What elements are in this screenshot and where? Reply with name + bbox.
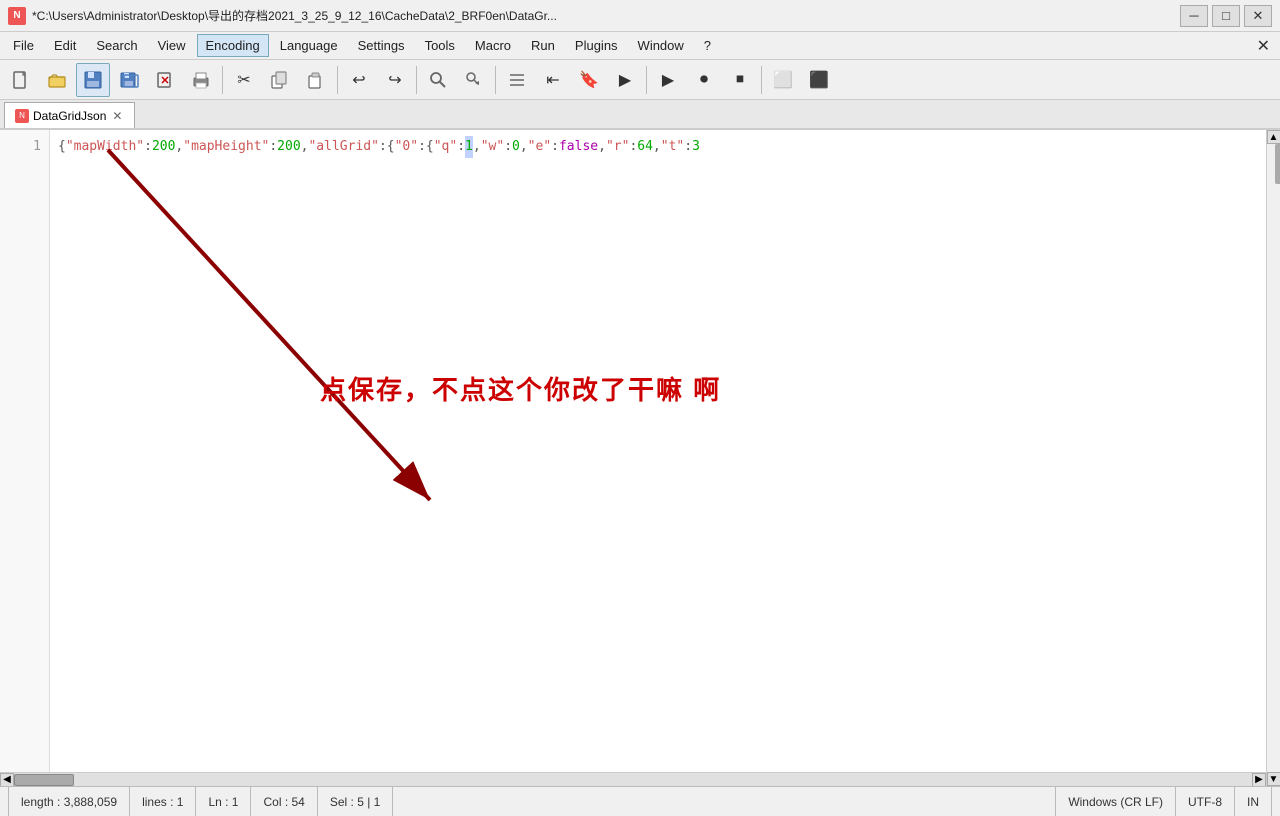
tab-close-button[interactable]: ✕: [110, 109, 124, 123]
code-line-1: {"mapWidth":200,"mapHeight":200,"allGrid…: [58, 136, 1258, 158]
extra-btn2[interactable]: ⬛: [802, 63, 836, 97]
title-text: *C:\Users\Administrator\Desktop\导出的存档202…: [32, 7, 557, 24]
menu-macro[interactable]: Macro: [466, 34, 520, 57]
indent-button[interactable]: [500, 63, 534, 97]
copy-button[interactable]: [263, 63, 297, 97]
menu-edit[interactable]: Edit: [45, 34, 85, 57]
save-button[interactable]: [76, 63, 110, 97]
menu-search[interactable]: Search: [87, 34, 146, 57]
menu-encoding[interactable]: Encoding: [197, 34, 269, 57]
menu-window[interactable]: Window: [629, 34, 693, 57]
scroll-down-button[interactable]: ▼: [1267, 772, 1280, 786]
sep1: [222, 66, 223, 94]
scroll-right-button[interactable]: ▶: [1252, 773, 1266, 787]
menu-bar: File Edit Search View Encoding Language …: [0, 32, 1280, 60]
minimize-button[interactable]: ─: [1180, 5, 1208, 27]
editor-area: 1 {"mapWidth":200,"mapHeight":200,"allGr…: [0, 130, 1280, 786]
status-eol: Windows (CR LF): [1055, 787, 1176, 816]
scroll-track-horizontal: [14, 773, 1252, 787]
find-button[interactable]: [421, 63, 455, 97]
menu-run[interactable]: Run: [522, 34, 564, 57]
code-key2: "mapHeight": [183, 136, 269, 158]
status-ln: Ln : 1: [196, 787, 251, 816]
scroll-thumb[interactable]: [1275, 144, 1280, 184]
code-area[interactable]: {"mapWidth":200,"mapHeight":200,"allGrid…: [50, 130, 1266, 786]
status-encoding: UTF-8: [1176, 787, 1235, 816]
title-bar-left: N *C:\Users\Administrator\Desktop\导出的存档2…: [8, 7, 557, 25]
record-button[interactable]: ⏺: [687, 63, 721, 97]
code-key5: "q": [434, 136, 457, 158]
tab-file-icon: N: [15, 109, 29, 123]
code-key6: "w": [481, 136, 504, 158]
code-key8: "r": [606, 136, 629, 158]
cut-button[interactable]: ✂: [227, 63, 261, 97]
menu-tools[interactable]: Tools: [416, 34, 464, 57]
close-file-button[interactable]: [148, 63, 182, 97]
code-val6: 0: [512, 136, 520, 158]
status-length: length : 3,888,059: [8, 787, 130, 816]
status-bar: length : 3,888,059 lines : 1 Ln : 1 Col …: [0, 786, 1280, 816]
app-icon: N: [8, 7, 26, 25]
menu-settings[interactable]: Settings: [349, 34, 414, 57]
code-val8: 64: [637, 136, 653, 158]
horizontal-scrollbar[interactable]: ◀ ▶: [0, 772, 1266, 786]
bookmark-button[interactable]: 🔖: [572, 63, 606, 97]
outdent-button[interactable]: ⇤: [536, 63, 570, 97]
extra-btn1[interactable]: ⬜: [766, 63, 800, 97]
code-key9: "t": [661, 136, 684, 158]
title-bar: N *C:\Users\Administrator\Desktop\导出的存档2…: [0, 0, 1280, 32]
menu-language[interactable]: Language: [271, 34, 347, 57]
paste-button[interactable]: [299, 63, 333, 97]
title-controls: ─ □ ✕: [1180, 5, 1272, 27]
tab-bar: N DataGridJson ✕: [0, 100, 1280, 130]
menu-help[interactable]: ?: [695, 34, 720, 57]
code-key7: "e": [528, 136, 551, 158]
sep2: [337, 66, 338, 94]
new-file-button[interactable]: [4, 63, 38, 97]
close-button[interactable]: ✕: [1244, 5, 1272, 27]
save-all-button[interactable]: [112, 63, 146, 97]
tab-datagridjson[interactable]: N DataGridJson ✕: [4, 102, 135, 128]
status-sel: Sel : 5 | 1: [318, 787, 393, 816]
menu-file[interactable]: File: [4, 34, 43, 57]
undo-button[interactable]: ↩: [342, 63, 376, 97]
menu-plugins[interactable]: Plugins: [566, 34, 627, 57]
scroll-up-button[interactable]: ▲: [1267, 130, 1280, 144]
sep5: [646, 66, 647, 94]
right-scrollbar[interactable]: ▲ ▼: [1266, 130, 1280, 786]
line-numbers: 1: [0, 130, 50, 786]
code-key4: "0": [395, 136, 418, 158]
code-val7: false: [559, 136, 598, 158]
print-button[interactable]: [184, 63, 218, 97]
menu-view[interactable]: View: [149, 34, 195, 57]
code-val5: 1: [465, 136, 473, 158]
sep4: [495, 66, 496, 94]
code-val1: 200: [152, 136, 175, 158]
line-number-1: 1: [0, 136, 41, 158]
code-brace-open: {: [58, 136, 66, 158]
open-button[interactable]: [40, 63, 74, 97]
code-key1: "mapWidth": [66, 136, 144, 158]
code-key3: "allGrid": [308, 136, 378, 158]
code-val9: 3: [692, 136, 700, 158]
maximize-button[interactable]: □: [1212, 5, 1240, 27]
status-col: Col : 54: [251, 787, 317, 816]
scroll-thumb-horizontal[interactable]: [14, 774, 74, 786]
sep3: [416, 66, 417, 94]
scroll-left-button[interactable]: ◀: [0, 773, 14, 787]
sep6: [761, 66, 762, 94]
replace-button[interactable]: [457, 63, 491, 97]
status-ins: IN: [1235, 787, 1272, 816]
code-val2: 200: [277, 136, 300, 158]
tab-label: DataGridJson: [33, 109, 106, 123]
stop-button[interactable]: ⏹: [723, 63, 757, 97]
macro-run-button[interactable]: ▶: [651, 63, 685, 97]
menu-right-close[interactable]: ✕: [1251, 36, 1276, 56]
redo-button[interactable]: ↪: [378, 63, 412, 97]
toolbar: ✂ ↩ ↪ ⇤ 🔖 ▶ ▶ ⏺ ⏹ ⬜ ⬛: [0, 60, 1280, 100]
status-lines: lines : 1: [130, 787, 196, 816]
run-button[interactable]: ▶: [608, 63, 642, 97]
